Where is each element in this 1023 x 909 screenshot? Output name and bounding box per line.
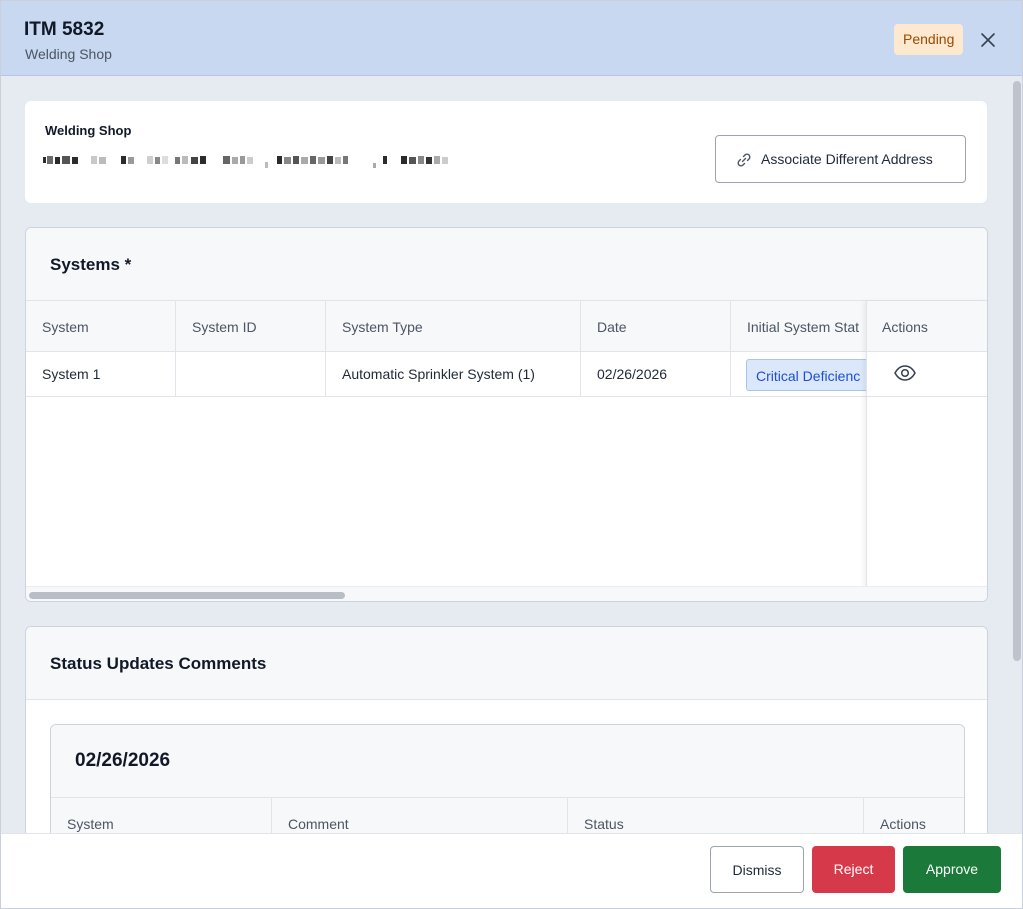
redacted-address <box>43 156 448 168</box>
address-card: Welding Shop Associate Different Address <box>25 101 987 203</box>
modal-footer: Dismiss Reject Approve <box>1 833 1022 908</box>
column-divider <box>271 798 272 833</box>
associate-address-button[interactable]: Associate Different Address <box>715 135 966 183</box>
status-updates-header: Status Updates Comments <box>26 627 987 700</box>
actions-cell <box>867 352 987 397</box>
column-header-initial-status: Initial System Stat <box>747 319 860 335</box>
view-button[interactable] <box>893 363 917 383</box>
column-header-system: System <box>42 319 89 335</box>
modal-header: ITM 5832 Welding Shop Pending <box>1 1 1022 76</box>
modal-body[interactable]: Welding Shop Associate Different Address… <box>1 77 1022 833</box>
horizontal-scrollbar-thumb[interactable] <box>29 592 345 599</box>
table-row: System 1 Automatic Sprinkler System (1) … <box>26 352 987 397</box>
cell-system: System 1 <box>42 366 101 382</box>
link-icon <box>737 153 751 167</box>
column-header-system: System <box>67 816 114 832</box>
actions-header-cell: Actions <box>867 301 987 352</box>
modal: ITM 5832 Welding Shop Pending Welding Sh… <box>0 0 1023 909</box>
status-update-group-header: 02/26/2026 <box>51 725 964 798</box>
address-name: Welding Shop <box>45 123 132 138</box>
close-button[interactable] <box>977 29 999 51</box>
close-icon <box>981 33 995 47</box>
column-divider <box>863 798 864 833</box>
column-header-system-type: System Type <box>342 319 423 335</box>
column-divider <box>325 301 326 397</box>
modal-title: ITM 5832 <box>24 19 105 40</box>
dismiss-button[interactable]: Dismiss <box>710 846 804 893</box>
status-update-group: 02/26/2026 System Comment Status Actions <box>50 724 965 833</box>
column-header-actions: Actions <box>880 816 926 832</box>
column-divider <box>567 798 568 833</box>
cell-system-type: Automatic Sprinkler System (1) <box>342 366 535 382</box>
horizontal-scrollbar[interactable] <box>26 586 987 601</box>
column-divider <box>580 301 581 397</box>
eye-icon <box>894 365 916 381</box>
status-updates-card: Status Updates Comments 02/26/2026 Syste… <box>25 626 988 833</box>
status-updates-table-header: System Comment Status Actions <box>51 798 964 833</box>
column-header-comment: Comment <box>288 816 349 832</box>
modal-subtitle: Welding Shop <box>25 46 112 62</box>
critical-deficiency-badge: Critical Deficienc <box>746 359 871 391</box>
associate-address-label: Associate Different Address <box>761 151 933 167</box>
column-divider <box>175 301 176 397</box>
column-header-system-id: System ID <box>192 319 257 335</box>
systems-title: Systems * <box>50 255 132 274</box>
status-updates-title: Status Updates Comments <box>50 654 267 673</box>
column-header-date: Date <box>597 319 627 335</box>
actions-column: Actions <box>866 301 987 601</box>
column-divider <box>730 301 731 397</box>
vertical-scrollbar[interactable] <box>1013 81 1021 661</box>
systems-table-header: System System ID System Type Date Initia… <box>26 301 987 352</box>
column-header-status: Status <box>584 816 624 832</box>
reject-button[interactable]: Reject <box>812 846 895 893</box>
systems-card: Systems * System System ID System Type D… <box>25 227 988 602</box>
status-badge: Pending <box>894 24 964 55</box>
status-update-date: 02/26/2026 <box>75 750 171 771</box>
systems-card-header: Systems * <box>26 228 987 301</box>
column-header-actions: Actions <box>882 319 928 335</box>
approve-button[interactable]: Approve <box>903 846 1001 893</box>
cell-date: 02/26/2026 <box>597 366 668 382</box>
